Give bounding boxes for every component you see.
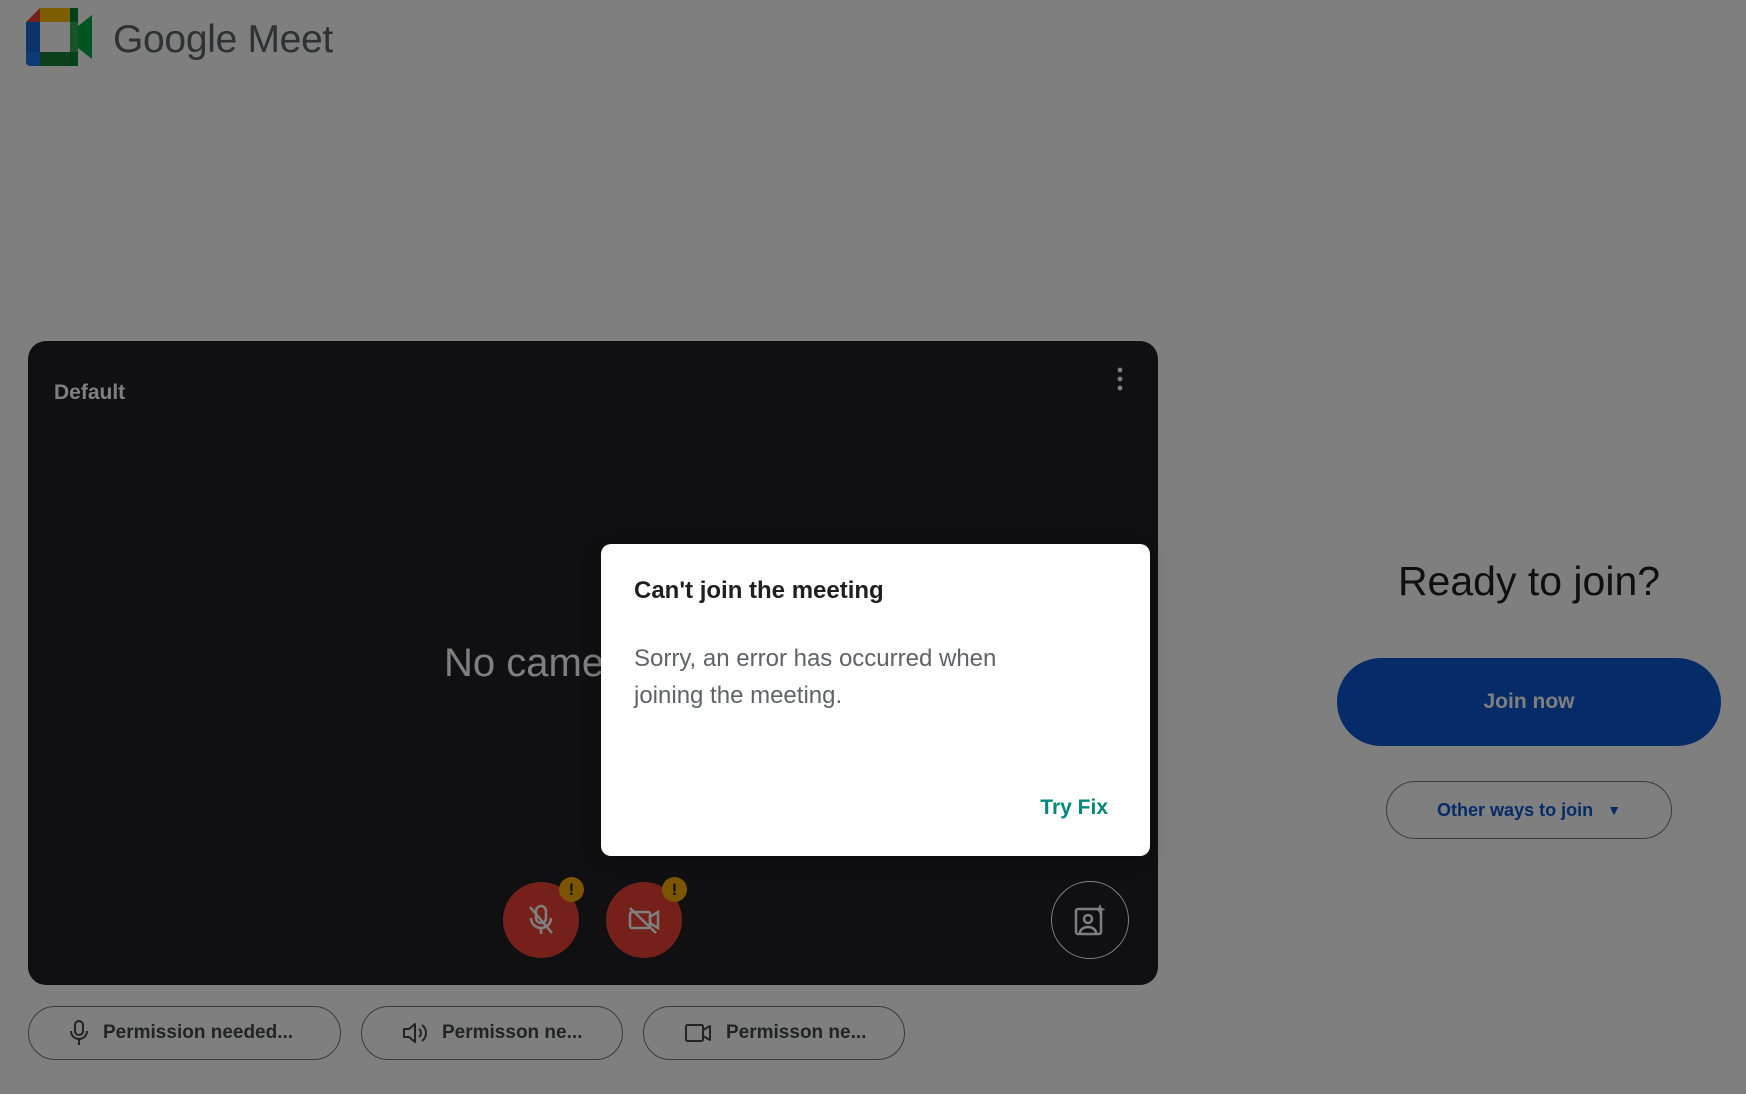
try-fix-button[interactable]: Try Fix bbox=[1040, 796, 1108, 820]
meet-prejoin-page: Google Meet Default No came ! ! bbox=[0, 0, 1746, 1094]
error-dialog: Can't join the meeting Sorry, an error h… bbox=[601, 544, 1150, 856]
dialog-title: Can't join the meeting bbox=[634, 577, 884, 604]
dialog-message: Sorry, an error has occurred when joinin… bbox=[634, 645, 997, 709]
